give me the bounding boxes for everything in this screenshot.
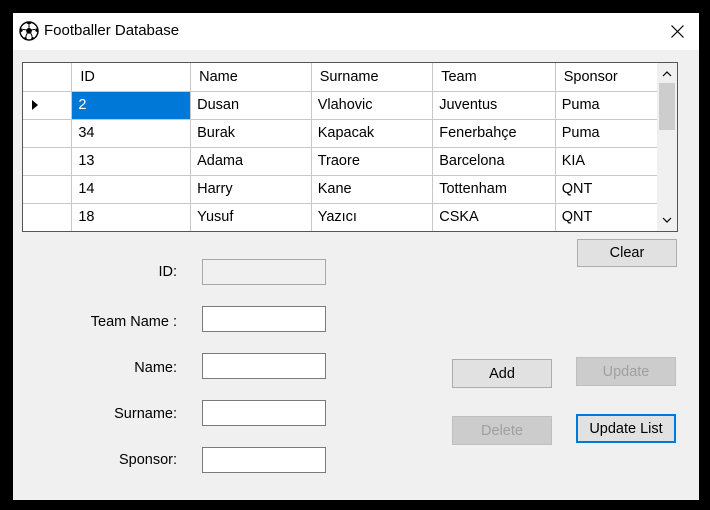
- cell-id[interactable]: 18: [71, 203, 192, 231]
- footballer-data-grid[interactable]: ID Name Surname Team Sponsor 2 Dusan Vla…: [22, 62, 678, 232]
- cell-name[interactable]: Yusuf: [190, 203, 312, 231]
- cell-id[interactable]: 14: [71, 175, 192, 204]
- window-title: Footballer Database: [44, 22, 180, 39]
- close-button[interactable]: [655, 13, 699, 50]
- scrollbar-thumb[interactable]: [659, 83, 675, 130]
- chevron-down-icon: [662, 217, 672, 223]
- scroll-down-button[interactable]: [657, 212, 677, 229]
- cell-surname[interactable]: Kapacak: [311, 119, 434, 148]
- clear-button[interactable]: Clear: [577, 239, 677, 267]
- id-label: ID:: [158, 264, 177, 280]
- vertical-scrollbar[interactable]: [657, 63, 677, 231]
- row-header[interactable]: [23, 203, 73, 231]
- table-row[interactable]: 13 Adama Traore Barcelona KIA: [23, 147, 677, 176]
- cell-name[interactable]: Burak: [190, 119, 312, 148]
- cell-surname[interactable]: Kane: [311, 175, 434, 204]
- column-header-id[interactable]: ID: [71, 63, 192, 92]
- row-header[interactable]: [23, 119, 73, 148]
- chevron-up-icon: [662, 71, 672, 77]
- grid-corner-cell[interactable]: [23, 63, 73, 92]
- sponsor-field[interactable]: [202, 447, 326, 473]
- cell-surname[interactable]: Yazıcı: [311, 203, 434, 231]
- cell-surname[interactable]: Traore: [311, 147, 434, 176]
- cell-team[interactable]: Barcelona: [432, 147, 556, 176]
- team-name-label: Team Name :: [90, 314, 177, 330]
- cell-name[interactable]: Harry: [190, 175, 312, 204]
- update-button[interactable]: Update: [576, 357, 676, 386]
- close-icon: [670, 25, 684, 38]
- cell-id[interactable]: 2: [71, 91, 192, 120]
- cell-id[interactable]: 34: [71, 119, 192, 148]
- column-header-team[interactable]: Team: [432, 63, 556, 92]
- cell-surname[interactable]: Vlahovic: [311, 91, 434, 120]
- grid-header-row: ID Name Surname Team Sponsor: [23, 63, 677, 92]
- cell-team[interactable]: Juventus: [432, 91, 556, 120]
- delete-button[interactable]: Delete: [452, 416, 552, 445]
- cell-name[interactable]: Adama: [190, 147, 312, 176]
- table-row[interactable]: 14 Harry Kane Tottenham QNT: [23, 175, 677, 204]
- cell-name[interactable]: Dusan: [190, 91, 312, 120]
- table-row[interactable]: 34 Burak Kapacak Fenerbahçe Puma: [23, 119, 677, 148]
- cell-team[interactable]: Tottenham: [432, 175, 556, 204]
- sponsor-label: Sponsor:: [118, 452, 177, 468]
- cell-team[interactable]: Fenerbahçe: [432, 119, 556, 148]
- row-header[interactable]: [23, 91, 73, 120]
- team-name-field[interactable]: [202, 306, 326, 332]
- row-header[interactable]: [23, 175, 73, 204]
- cell-id[interactable]: 13: [71, 147, 192, 176]
- column-header-name[interactable]: Name: [190, 63, 312, 92]
- name-label: Name:: [134, 360, 177, 376]
- cell-team[interactable]: CSKA: [432, 203, 556, 231]
- surname-field[interactable]: [202, 400, 326, 426]
- row-header[interactable]: [23, 147, 73, 176]
- scroll-up-button[interactable]: [657, 65, 677, 82]
- main-window: Footballer Database ID Name Surname Team: [13, 13, 699, 500]
- title-bar: Footballer Database: [13, 13, 699, 50]
- column-header-surname[interactable]: Surname: [311, 63, 434, 92]
- id-field[interactable]: [202, 259, 326, 285]
- soccer-ball-icon: [19, 21, 39, 41]
- table-row[interactable]: 18 Yusuf Yazıcı CSKA QNT: [23, 203, 677, 231]
- surname-label: Surname:: [114, 406, 177, 422]
- name-field[interactable]: [202, 353, 326, 379]
- table-row[interactable]: 2 Dusan Vlahovic Juventus Puma: [23, 91, 677, 120]
- current-row-arrow-icon: [32, 100, 38, 110]
- add-button[interactable]: Add: [452, 359, 552, 388]
- update-list-button[interactable]: Update List: [576, 414, 676, 443]
